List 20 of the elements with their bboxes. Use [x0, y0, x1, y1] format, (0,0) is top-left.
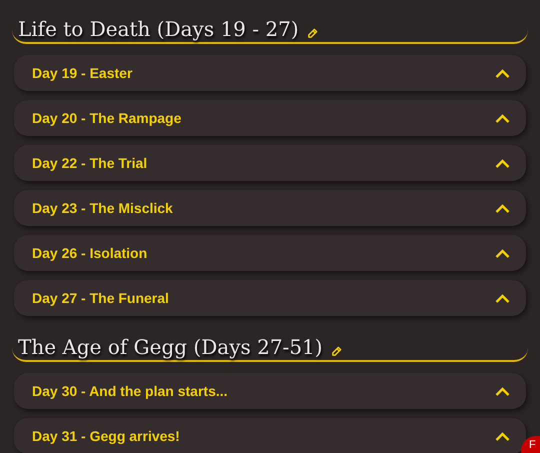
- accordion-item[interactable]: Day 20 - The Rampage: [14, 100, 526, 136]
- chevron-up-icon: [495, 114, 510, 122]
- chevron-up-icon: [495, 294, 510, 302]
- chevron-up-icon: [495, 432, 510, 440]
- accordion-item[interactable]: Day 27 - The Funeral: [14, 280, 526, 316]
- accordion-item[interactable]: Day 19 - Easter: [14, 55, 526, 91]
- accordion-item[interactable]: Day 22 - The Trial: [14, 145, 526, 181]
- section-title: Life to Death (Days 19 - 27): [18, 19, 299, 39]
- chevron-up-icon: [495, 204, 510, 212]
- accordion-item[interactable]: Day 30 - And the plan starts...: [14, 373, 526, 409]
- accordion-item[interactable]: Day 23 - The Misclick: [14, 190, 526, 226]
- pencil-icon[interactable]: [306, 28, 318, 39]
- pencil-icon[interactable]: [330, 346, 342, 357]
- chevron-up-icon: [495, 158, 510, 168]
- section-title: The Age of Gegg (Days 27-51): [18, 337, 323, 357]
- chevron-up-icon: [495, 386, 510, 396]
- chevron-up-icon: [495, 248, 510, 258]
- chevron-up-icon: [495, 68, 510, 78]
- accordion-item[interactable]: Day 26 - Isolation: [14, 235, 526, 271]
- accordion-item[interactable]: Day 31 - Gegg arrives!: [14, 418, 526, 453]
